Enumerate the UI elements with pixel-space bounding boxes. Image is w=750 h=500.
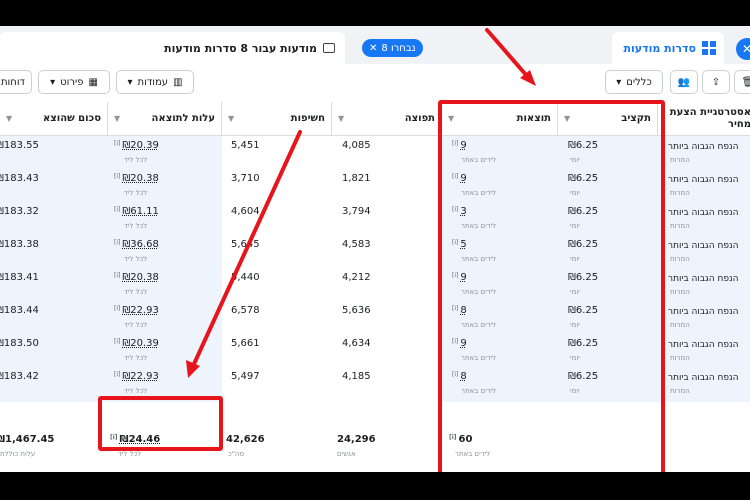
annotation-arrows [186,28,536,378]
arrow-to-results [485,28,536,86]
ads-manager-screen: מודעות עבור 8 סדרות מודעות ✕ 8 נבחרו סדר… [0,26,750,472]
arrow-to-cost [186,130,302,378]
